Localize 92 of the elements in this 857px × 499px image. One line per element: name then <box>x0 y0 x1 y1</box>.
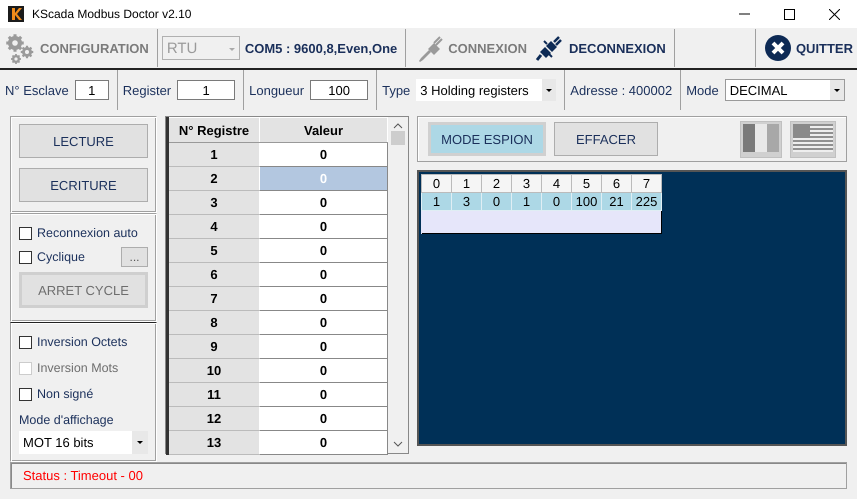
row-header: 8 <box>168 310 260 334</box>
column-header: 0 <box>422 174 452 192</box>
maximize-icon[interactable] <box>784 8 795 20</box>
unplug-icon <box>535 33 565 63</box>
port-settings: COM5 : 9600,8,Even,One <box>244 40 398 56</box>
field-label: Mode <box>686 82 719 98</box>
table-cell[interactable]: 100 <box>572 192 602 210</box>
toolbar-button[interactable]: DECONNEXION <box>531 30 670 66</box>
field-label: N° Esclave <box>5 82 69 98</box>
column-header: 3 <box>512 174 542 192</box>
spy-button[interactable]: MODE ESPION <box>428 122 546 156</box>
column-header[interactable]: N° Registre <box>168 118 260 142</box>
register-field[interactable]: 1 <box>177 80 236 100</box>
column-header[interactable]: Valeur <box>260 118 388 142</box>
dropdown-arrow-icon <box>228 48 235 50</box>
window-title: KScada Modbus Doctor v2.10 <box>32 7 192 21</box>
row-header: 13 <box>168 430 260 454</box>
row-header: 9 <box>168 334 260 358</box>
field-label: Longueur <box>249 82 304 98</box>
row-header: 6 <box>168 262 260 286</box>
table-cell[interactable]: 1 <box>512 192 542 210</box>
checkbox[interactable] <box>19 388 32 400</box>
dropdown-arrow-icon <box>834 88 840 92</box>
table-cell[interactable]: 0 <box>482 192 512 210</box>
length-field[interactable]: 100 <box>310 80 368 100</box>
scroll-up-icon[interactable] <box>392 123 402 129</box>
mode-dropdown[interactable]: DECIMAL <box>724 79 845 101</box>
app-logo-icon <box>8 6 24 22</box>
column-header: 4 <box>542 174 572 192</box>
column-header: 1 <box>452 174 482 192</box>
table-cell[interactable]: 0 <box>260 406 388 430</box>
table-cell[interactable]: 0 <box>260 358 388 382</box>
striped-flag-icon <box>793 124 833 152</box>
dropdown-arrow-icon <box>137 441 143 444</box>
checkbox-label: Cyclique <box>37 250 85 264</box>
row-header: 1 <box>168 142 260 166</box>
action-button[interactable]: ECRITURE <box>19 168 148 202</box>
display-mode-dropdown[interactable]: MOT 16 bits <box>19 431 148 454</box>
row-header: 2 <box>168 166 260 190</box>
checkbox-label: Inversion Octets <box>37 335 128 349</box>
field-label: Register <box>122 82 172 98</box>
table-cell[interactable]: 0 <box>260 310 388 334</box>
column-header: 7 <box>632 174 662 192</box>
display-mode-label: Mode d'affichage <box>19 413 115 427</box>
settings-button[interactable]: ... <box>121 247 148 267</box>
row-header: 4 <box>168 214 260 238</box>
field-label: Type <box>382 82 410 98</box>
row-header: 10 <box>168 358 260 382</box>
gears-icon <box>4 32 36 64</box>
row-header: 12 <box>168 406 260 430</box>
column-header: 2 <box>482 174 512 192</box>
table-cell[interactable]: 0 <box>260 238 388 262</box>
checkbox-label: Non signé <box>37 387 94 401</box>
scrollbar-thumb[interactable] <box>390 131 404 145</box>
table-cell[interactable]: 225 <box>632 192 662 210</box>
table-cell[interactable]: 0 <box>260 286 388 310</box>
table-cell[interactable]: 0 <box>260 214 388 238</box>
flag-button[interactable] <box>740 120 782 158</box>
spy-button[interactable]: EFFACER <box>554 122 658 156</box>
status-text: Status : Timeout - 00 <box>23 468 143 483</box>
table-cell[interactable]: 0 <box>260 262 388 286</box>
table-cell[interactable]: 3 <box>452 192 482 210</box>
close-circle-icon <box>764 34 792 62</box>
checkbox-label: Reconnexion auto <box>37 226 138 240</box>
table-cell[interactable]: 0 <box>260 142 388 166</box>
row-header: 11 <box>168 382 260 406</box>
column-header: 5 <box>572 174 602 192</box>
table-cell[interactable]: 0 <box>260 430 388 454</box>
dropdown-arrow-icon <box>546 88 552 92</box>
scroll-down-icon[interactable] <box>392 441 402 447</box>
table-cell[interactable]: 0 <box>260 190 388 214</box>
type-dropdown[interactable]: 3 Holding registers <box>416 79 556 101</box>
column-header: 6 <box>602 174 632 192</box>
flag-button[interactable] <box>790 120 836 158</box>
table-cell[interactable]: 0 <box>542 192 572 210</box>
action-button[interactable]: LECTURE <box>19 124 148 158</box>
table-cell[interactable]: 1 <box>422 192 452 210</box>
table-cell[interactable]: 21 <box>602 192 632 210</box>
checkbox-label: Inversion Mots <box>37 361 118 375</box>
checkbox[interactable] <box>19 250 32 264</box>
tricolor-flag-icon <box>743 124 779 152</box>
address-label: Adresse : 400002 <box>570 82 672 98</box>
slave-id-field[interactable]: 1 <box>74 80 109 100</box>
close-icon[interactable] <box>829 8 840 20</box>
checkbox[interactable] <box>19 226 32 240</box>
table-cell[interactable]: 0 <box>260 334 388 358</box>
row-header: 3 <box>168 190 260 214</box>
table-cell[interactable]: 0 <box>260 382 388 406</box>
row-header: 5 <box>168 238 260 262</box>
row-header: 7 <box>168 286 260 310</box>
checkbox[interactable] <box>19 336 32 348</box>
toolbar-button[interactable]: QUITTER <box>760 30 857 66</box>
